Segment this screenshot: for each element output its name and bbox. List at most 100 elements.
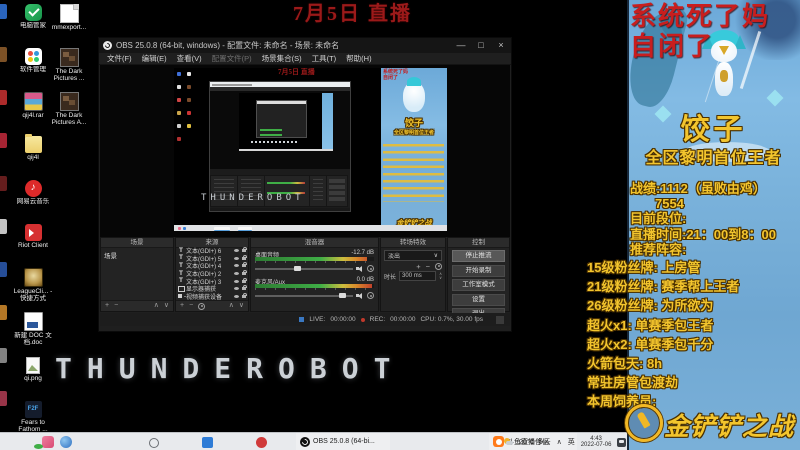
captured-obs-statusbar [210, 208, 350, 211]
meter-ticks [255, 288, 374, 290]
control-button[interactable]: 设置 [452, 293, 505, 306]
visibility-eye-icon[interactable] [234, 294, 239, 298]
lock-icon[interactable] [242, 247, 247, 253]
desktop-icon-column-edge [0, 4, 8, 434]
channel-gear-icon[interactable] [367, 265, 374, 272]
visibility-eye-icon[interactable] [234, 287, 239, 291]
tray-expand-icon[interactable]: ∧ [557, 438, 562, 446]
close-button[interactable]: × [491, 38, 511, 53]
source-properties-gear-icon[interactable] [198, 302, 206, 310]
volume-slider[interactable] [255, 266, 353, 271]
taskbar-obs-button[interactable]: OBS 25.0.8 (64-bi... [296, 433, 390, 450]
volume-slider-handle[interactable] [339, 293, 347, 298]
obs-titlebar[interactable]: OBS 25.0.8 (64-bit, windows) - 配置文件: 未命名… [99, 38, 511, 53]
cortana-circle-icon[interactable] [149, 437, 159, 448]
minimize-button[interactable]: — [451, 38, 471, 53]
lock-icon[interactable] [242, 254, 247, 260]
file-icon [59, 92, 79, 111]
clipped-desktop-icon[interactable] [0, 391, 7, 406]
menu-item[interactable]: 工具(T) [307, 53, 342, 64]
transition-gear-icon[interactable] [435, 262, 442, 270]
input-language-indicator[interactable]: 英 [568, 437, 575, 447]
control-button[interactable]: 工作室模式 [452, 279, 505, 291]
control-button[interactable]: 开始录制 [452, 264, 505, 277]
menu-item[interactable]: 文件(F) [102, 53, 137, 64]
weather-icon [504, 438, 513, 446]
clipped-desktop-icon[interactable] [0, 4, 7, 19]
lock-icon[interactable] [242, 292, 247, 298]
add-scene-icon[interactable]: + [105, 301, 109, 311]
move-scene-down-icon[interactable]: ∨ [164, 301, 169, 311]
captured-streamer-subtitle: 全区黎明首位王者 [393, 130, 434, 136]
mixer-body: 桌面音频 -12.7 dB 麦克风/Aux 0.0 dB [251, 247, 378, 311]
desktop-icon[interactable]: mmexport... [46, 4, 92, 46]
menu-item[interactable]: 配置文件(P) [207, 53, 257, 64]
maximize-button[interactable]: □ [471, 38, 491, 53]
speaker-mute-icon[interactable] [356, 292, 364, 299]
remove-transition-icon[interactable]: − [426, 262, 430, 271]
desktop-icon[interactable]: The Dark Pictures A... [46, 92, 92, 134]
clipped-desktop-icon[interactable] [0, 47, 7, 62]
desktop-icon[interactable]: qi.png [12, 357, 54, 399]
obs-preview-canvas[interactable]: 7月5日 直播 系统死了妈 自闭了 饺子 全区黎明首位王者 金铲铲之战 THUN… [100, 65, 510, 237]
menu-item[interactable]: 帮助(H) [341, 53, 376, 64]
desktop-icon-label: The Dark Pictures A... [51, 112, 87, 126]
desktop-icon-label: qij4l [27, 154, 39, 161]
visibility-eye-icon[interactable] [234, 272, 239, 276]
app-icon [23, 92, 43, 111]
remove-source-icon[interactable]: − [189, 301, 193, 311]
lock-icon[interactable] [242, 270, 247, 276]
clipped-desktop-icon[interactable] [0, 90, 7, 105]
desktop-icon[interactable]: 新建 DOC 文档.doc [12, 312, 54, 354]
channel-gear-icon[interactable] [367, 292, 374, 299]
taskbar-red-app-icon[interactable] [256, 436, 267, 448]
action-center-icon[interactable] [617, 437, 627, 447]
desktop-icon[interactable]: Riot Client [12, 224, 54, 266]
visibility-eye-icon[interactable] [234, 256, 239, 260]
taskbar-pinned-app-icon[interactable] [34, 436, 54, 449]
clipped-desktop-icon[interactable] [0, 348, 7, 363]
control-button[interactable]: 停止推流 [452, 250, 505, 262]
desktop-icon[interactable]: The Dark Pictures ... [46, 48, 92, 90]
visibility-eye-icon[interactable] [234, 279, 239, 283]
channel-db-value: -12.7 dB [351, 250, 374, 256]
duration-spinner[interactable]: ∧ ∨ [439, 272, 442, 280]
remove-scene-icon[interactable]: − [114, 301, 118, 311]
weather-text[interactable]: 20°C 多云 [519, 437, 551, 447]
app-icon [26, 357, 40, 374]
captured-overlay-sidebar: 系统死了妈 自闭了 饺子 全区黎明首位王者 金铲铲之战 [381, 68, 447, 231]
move-source-down-icon[interactable]: ∨ [239, 301, 244, 311]
clipped-desktop-icon[interactable] [0, 305, 7, 320]
menu-item[interactable]: 编辑(E) [137, 53, 172, 64]
desktop-icon[interactable]: qij4l [12, 134, 54, 178]
move-scene-up-icon[interactable]: ∧ [154, 301, 159, 311]
taskbar-blue-app-icon[interactable] [202, 436, 213, 448]
lock-icon[interactable] [242, 277, 247, 283]
menu-item[interactable]: 查看(V) [172, 53, 207, 64]
clipped-desktop-icon[interactable] [0, 133, 7, 148]
duration-field[interactable]: 300 ms [399, 271, 437, 281]
browser-globe-icon[interactable] [60, 436, 72, 448]
clipped-desktop-icon[interactable] [0, 262, 7, 277]
clipped-desktop-icon[interactable] [0, 176, 7, 191]
volume-slider-handle[interactable] [294, 266, 302, 271]
taskbar-clock[interactable]: 4:43 2022-07-06 [581, 436, 612, 449]
transition-selected-value: 淡出 [388, 254, 401, 260]
desktop-icon-column-2: mmexport... The Dark Pictures ... The Da… [46, 2, 92, 134]
volume-meter [255, 284, 374, 288]
scene-item[interactable]: 场景 [101, 248, 173, 262]
lock-icon[interactable] [242, 285, 247, 291]
transition-select[interactable]: 淡出 ∨ [384, 250, 442, 261]
desktop-icon[interactable]: 网易云音乐 [12, 180, 54, 222]
move-source-up-icon[interactable]: ∧ [229, 301, 234, 311]
lock-icon[interactable] [242, 262, 247, 268]
volume-slider[interactable] [255, 293, 353, 298]
clipped-desktop-icon[interactable] [0, 219, 7, 234]
add-transition-icon[interactable]: + [416, 262, 420, 271]
desktop-icon[interactable]: LeagueCli... - 快捷方式 [12, 268, 54, 310]
speaker-mute-icon[interactable] [356, 265, 364, 272]
visibility-eye-icon[interactable] [234, 264, 239, 268]
menu-item[interactable]: 场景集合(S) [257, 53, 307, 64]
visibility-eye-icon[interactable] [234, 249, 239, 253]
add-source-icon[interactable]: + [180, 301, 184, 311]
